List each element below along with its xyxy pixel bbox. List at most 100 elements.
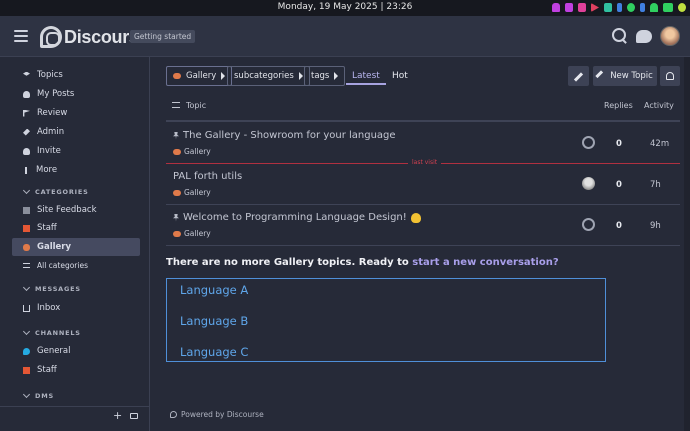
sidebar-item-label: More [36, 165, 58, 175]
bluetooth-icon-2[interactable] [640, 3, 645, 12]
crumb-label: Gallery [186, 71, 217, 81]
volume-icon[interactable] [604, 3, 612, 12]
powered-by-text: Powered by Discourse [181, 410, 264, 419]
sidebar-item-channel-staff[interactable]: Staff [12, 361, 140, 379]
table-row[interactable]: The Gallery - Showroom for your language… [166, 123, 680, 164]
reply-count: 0 [616, 180, 622, 190]
notification-level-button[interactable] [660, 66, 680, 86]
layers-icon [23, 71, 30, 76]
chat-icon[interactable] [636, 29, 652, 43]
chevron-down-icon [22, 390, 31, 399]
sidebar-item-more[interactable]: More [12, 161, 140, 179]
sidebar: Topics My Posts Review Admin Invite More… [0, 57, 150, 431]
wifi-icon[interactable] [650, 3, 658, 12]
wrench-icon [574, 72, 583, 81]
sidebar-item-all-categories[interactable]: All categories [12, 256, 140, 274]
discourse-logo-icon [170, 411, 177, 418]
lock-square-icon [23, 224, 30, 232]
main-content: Gallery subcategories tags Latest Hot Ne… [150, 57, 690, 431]
activity-time[interactable]: 42m [650, 139, 669, 149]
sidebar-item-label: Inbox [37, 303, 61, 313]
sidebar-item-label: Site Feedback [37, 205, 97, 215]
waving-hand-icon [410, 212, 421, 223]
sidebar-item-my-posts[interactable]: My Posts [12, 85, 140, 103]
topic-title[interactable]: Welcome to Programming Language Design! [173, 212, 421, 223]
settings-icon[interactable] [678, 3, 686, 12]
bluetooth-icon[interactable] [617, 3, 622, 12]
hamburger-menu-icon[interactable] [14, 30, 28, 42]
page-scrollbar[interactable] [684, 57, 690, 431]
sidebar-section-categories[interactable]: CATEGORIES [22, 186, 89, 196]
ellipsis-icon [25, 166, 27, 174]
user-avatar[interactable] [660, 26, 680, 46]
sidebar-section-channels[interactable]: CHANNELS [22, 327, 81, 337]
header-icons [612, 26, 680, 46]
new-topic-button[interactable]: New Topic [593, 66, 657, 86]
poster-avatar[interactable] [582, 218, 595, 231]
tags-dropdown[interactable]: tags [304, 66, 346, 86]
bell-icon[interactable] [552, 3, 560, 12]
sidebar-item-review[interactable]: Review [12, 104, 140, 122]
topic-category[interactable]: Gallery [173, 147, 211, 156]
sidebar-item-channel-general[interactable]: General [12, 342, 140, 360]
inbox-icon [23, 304, 30, 312]
getting-started-badge[interactable]: Getting started [130, 30, 196, 43]
category-label: Gallery [184, 188, 211, 197]
sidebar-item-gallery[interactable]: Gallery [12, 238, 140, 256]
sidebar-item-inbox[interactable]: Inbox [12, 299, 140, 317]
language-link-c[interactable]: Language C [180, 345, 248, 359]
search-icon[interactable] [612, 28, 628, 44]
topic-category[interactable]: Gallery [173, 229, 211, 238]
sidebar-item-site-feedback[interactable]: Site Feedback [12, 201, 140, 219]
flag-icon [23, 109, 30, 117]
sidebar-item-topics[interactable]: Topics [12, 66, 140, 84]
admin-wrench-button[interactable] [568, 66, 589, 86]
activity-time[interactable]: 9h [650, 221, 661, 231]
power-icon[interactable] [627, 3, 635, 12]
play-icon[interactable] [591, 3, 599, 12]
add-section-icon[interactable]: + [113, 409, 122, 422]
bulk-select-icon[interactable] [172, 102, 180, 108]
monitor-icon[interactable] [565, 3, 573, 12]
poster-avatar[interactable] [582, 177, 595, 190]
chevron-down-icon [22, 327, 31, 336]
pin-icon [173, 131, 179, 140]
column-activity[interactable]: Activity [644, 101, 674, 110]
clipboard-icon[interactable] [578, 3, 586, 12]
activity-time[interactable]: 7h [650, 180, 661, 190]
caret-right-icon [298, 72, 303, 80]
section-title: DMS [35, 392, 54, 400]
column-replies[interactable]: Replies [604, 101, 633, 110]
category-dropdown[interactable]: Gallery [166, 66, 233, 86]
powered-by-discourse[interactable]: Powered by Discourse [170, 410, 264, 419]
sidebar-section-messages[interactable]: MESSAGES [22, 283, 81, 293]
table-row[interactable]: PAL forth utils Gallery 0 7h [166, 164, 680, 205]
column-topic[interactable]: Topic [186, 101, 206, 110]
topic-title-text: PAL forth utils [173, 171, 243, 182]
tab-latest[interactable]: Latest [346, 67, 386, 85]
subcategories-dropdown[interactable]: subcategories [227, 66, 310, 86]
keyboard-icon[interactable] [130, 413, 138, 419]
pin-icon [173, 213, 179, 222]
section-title: CATEGORIES [35, 188, 89, 196]
battery-icon[interactable] [663, 3, 673, 12]
topic-title[interactable]: The Gallery - Showroom for your language [173, 130, 396, 141]
square-icon [23, 206, 30, 214]
topic-category[interactable]: Gallery [173, 188, 211, 197]
chevron-down-icon [22, 283, 31, 292]
language-link-b[interactable]: Language B [180, 314, 248, 328]
sidebar-item-label: Gallery [37, 242, 72, 252]
sidebar-section-dms[interactable]: DMS [22, 390, 54, 400]
category-label: Gallery [184, 229, 211, 238]
table-row[interactable]: Welcome to Programming Language Design! … [166, 205, 680, 246]
topic-title[interactable]: PAL forth utils [173, 171, 242, 182]
tab-hot[interactable]: Hot [392, 67, 408, 85]
crumb-label: subcategories [234, 71, 294, 81]
poster-avatar[interactable] [582, 136, 595, 149]
sidebar-item-staff[interactable]: Staff [12, 219, 140, 237]
start-new-conversation-link[interactable]: start a new conversation? [412, 257, 558, 268]
sidebar-item-invite[interactable]: Invite [12, 142, 140, 160]
language-link-a[interactable]: Language A [180, 283, 248, 297]
sidebar-item-admin[interactable]: Admin [12, 123, 140, 141]
sidebar-item-label: General [37, 346, 71, 356]
